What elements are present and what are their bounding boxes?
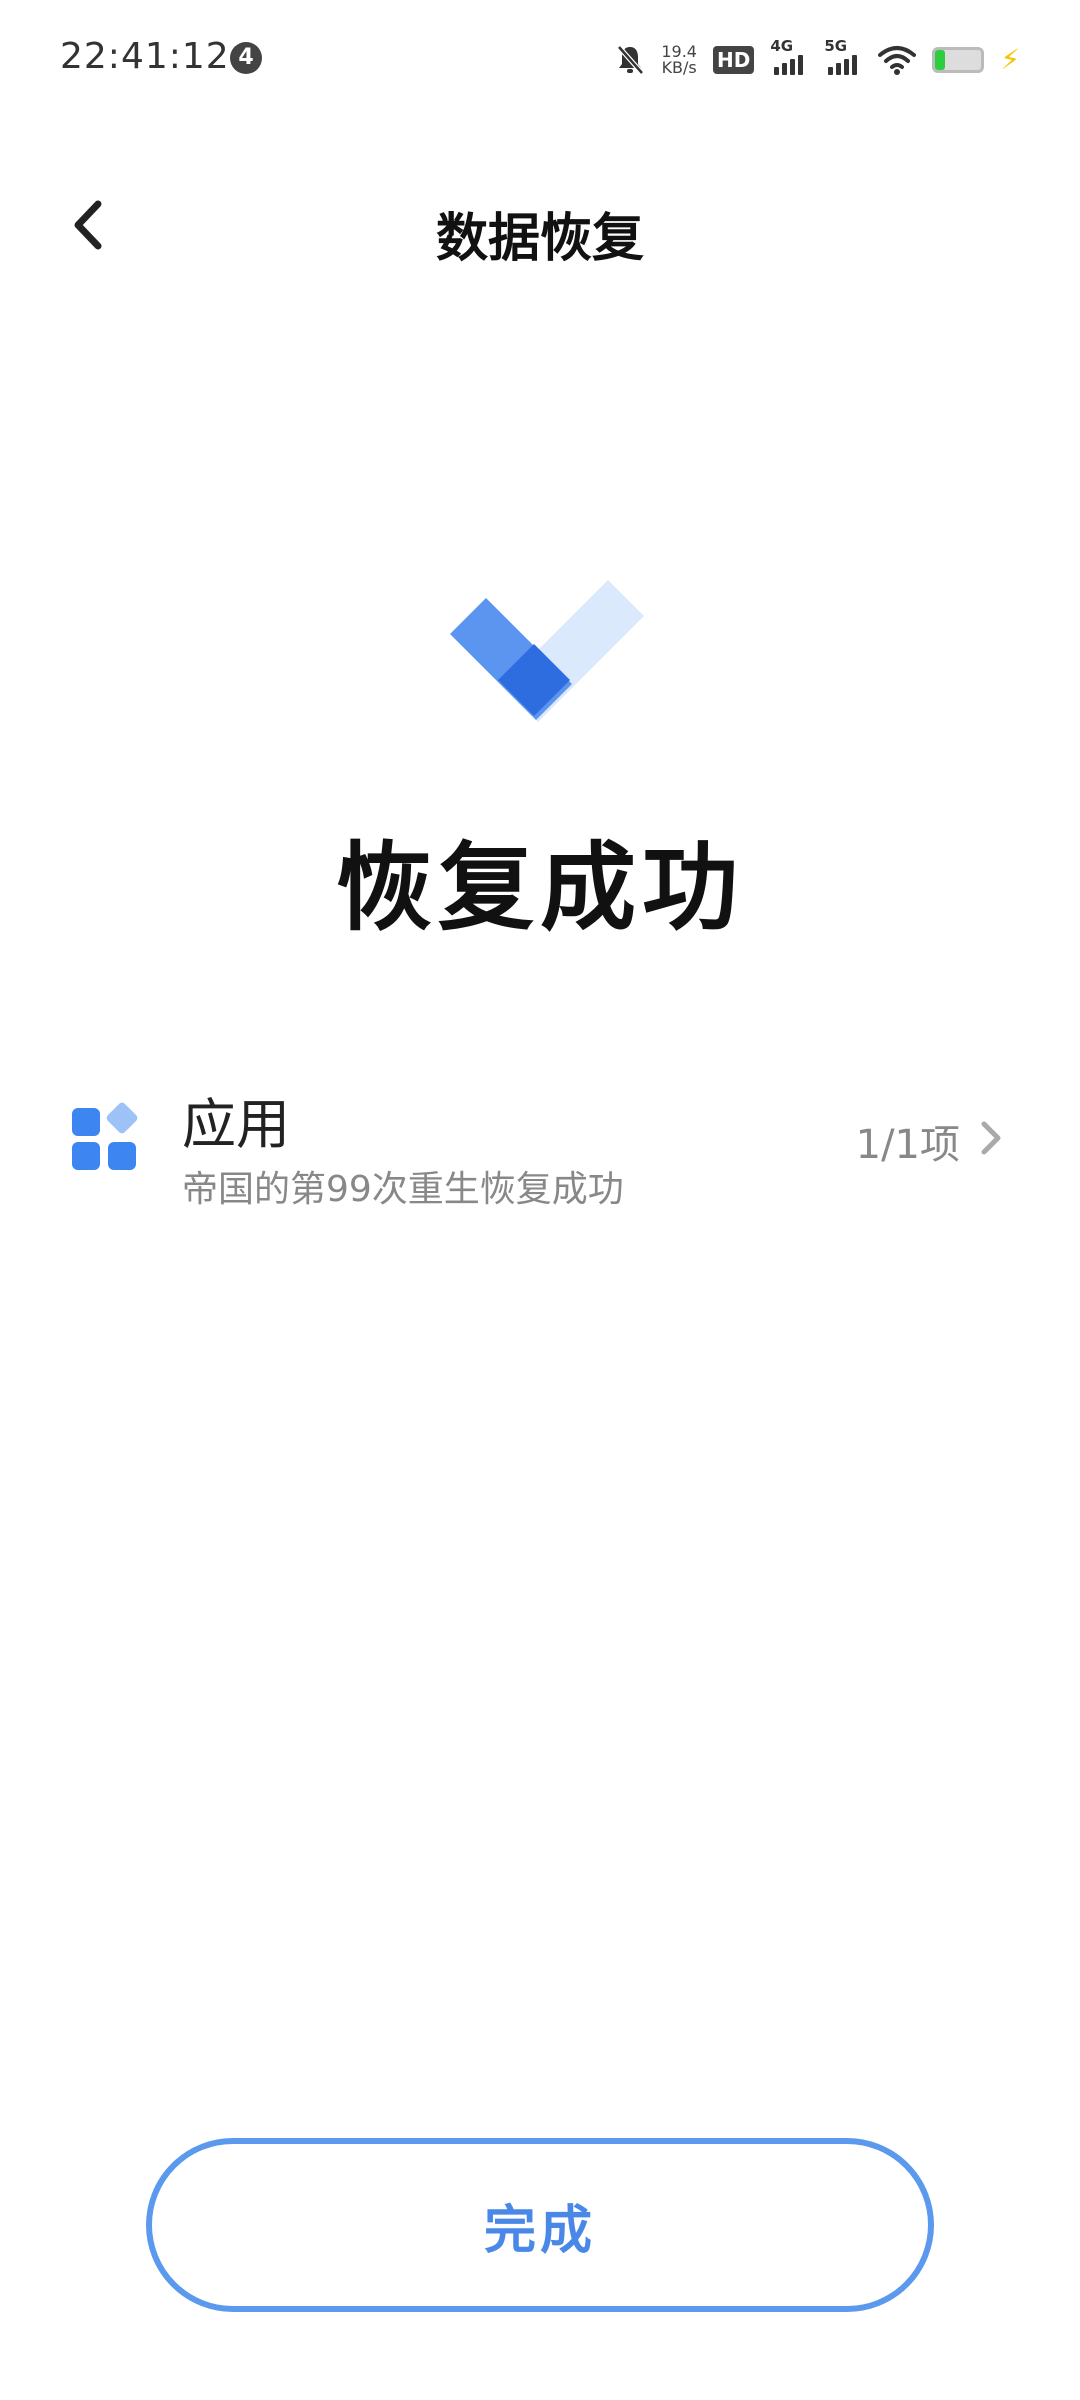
signal-4g-label: 4G [770,37,794,55]
status-icons: 19.4 KB/s HD 4G 5G ⚡ [615,37,1020,82]
notification-count-badge: 4 [230,42,262,74]
header: 数据恢复 [0,160,1080,290]
signal-4g-icon: 4G [770,37,808,75]
restore-item-row[interactable]: 应用 帝国的第99次重生恢复成功 1/1项 [0,1060,1080,1220]
item-count: 1/1项 [855,1122,960,1168]
battery-icon [932,47,985,73]
status-bar: 22:41:12 4 19.4 KB/s HD 4G 5G ⚡ [0,0,1080,120]
signal-5g-icon: 5G [824,37,862,75]
hd-icon: HD [712,46,755,74]
done-button[interactable]: 完成 [146,2138,934,2312]
status-time: 22:41:12 [60,36,230,77]
page-title: 数据恢复 [435,209,644,269]
wifi-icon [878,46,917,75]
signal-5g-label: 5G [824,37,848,55]
item-subtitle: 帝国的第99次重生恢复成功 [182,1169,624,1210]
item-title: 应用 [182,1093,290,1156]
success-title: 恢复成功 [336,832,744,944]
charging-bolt-icon: ⚡ [1000,43,1020,76]
success-check-icon [450,580,644,722]
battery-level [935,50,946,70]
net-speed: 19.4 KB/s [661,44,697,76]
net-speed-unit: KB/s [661,58,697,77]
apps-grid-icon [72,1102,138,1170]
mute-bell-icon [617,45,645,75]
chevron-right-icon [981,1121,1001,1155]
